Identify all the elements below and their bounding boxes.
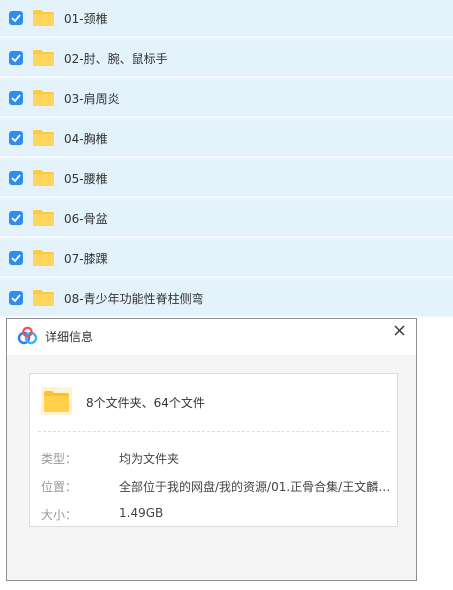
file-row[interactable]: 06-骨盆 xyxy=(0,200,453,238)
dialog-title: 详细信息 xyxy=(45,330,94,344)
size-value: 1.49GB xyxy=(119,506,164,520)
divider xyxy=(38,431,389,432)
folder-icon xyxy=(41,387,72,415)
folder-icon xyxy=(33,130,54,146)
type-label: 类型： xyxy=(41,452,78,466)
folder-icon xyxy=(33,170,54,186)
location-label: 位置： xyxy=(41,480,78,494)
checkbox-checked-icon[interactable] xyxy=(9,91,23,105)
type-value: 均为文件夹 xyxy=(119,452,180,466)
file-name[interactable]: 01-颈椎 xyxy=(64,10,108,27)
selection-summary: 8个文件夹、64个文件 xyxy=(86,396,205,410)
size-label: 大小： xyxy=(41,508,78,522)
checkbox-checked-icon[interactable] xyxy=(9,171,23,185)
checkbox-checked-icon[interactable] xyxy=(9,211,23,225)
info-card: 8个文件夹、64个文件 类型： 均为文件夹 位置： 全部位于我的网盘/我的资源/… xyxy=(29,373,398,527)
folder-icon xyxy=(33,10,54,26)
baidu-netdisk-logo-icon xyxy=(17,326,38,346)
checkbox-checked-icon[interactable] xyxy=(9,291,23,305)
file-name[interactable]: 04-胸椎 xyxy=(64,130,108,147)
close-button[interactable] xyxy=(390,321,408,339)
file-row[interactable]: 08-青少年功能性脊柱侧弯 xyxy=(0,280,453,318)
file-name[interactable]: 08-青少年功能性脊柱侧弯 xyxy=(64,290,204,307)
folder-icon xyxy=(33,90,54,106)
file-row[interactable]: 07-膝踝 xyxy=(0,240,453,278)
close-icon[interactable] xyxy=(394,325,405,336)
file-row[interactable]: 05-腰椎 xyxy=(0,160,453,198)
file-row[interactable]: 02-肘、腕、鼠标手 xyxy=(0,40,453,78)
folder-icon xyxy=(33,290,54,306)
checkbox-checked-icon[interactable] xyxy=(9,51,23,65)
details-dialog: 详细信息 8个文件夹、64个文件 类型： 均为文件夹 位置： 全部位于我的网盘/… xyxy=(6,318,417,581)
file-name[interactable]: 03-肩周炎 xyxy=(64,90,120,107)
file-name[interactable]: 07-膝踝 xyxy=(64,250,108,267)
file-name[interactable]: 02-肘、腕、鼠标手 xyxy=(64,50,168,67)
checkbox-checked-icon[interactable] xyxy=(9,11,23,25)
folder-icon xyxy=(33,50,54,66)
folder-icon xyxy=(33,250,54,266)
dialog-header: 详细信息 xyxy=(7,319,416,355)
file-name[interactable]: 05-腰椎 xyxy=(64,170,108,187)
file-name[interactable]: 06-骨盆 xyxy=(64,210,108,227)
file-row[interactable]: 03-肩周炎 xyxy=(0,80,453,118)
folder-icon xyxy=(33,210,54,226)
checkbox-checked-icon[interactable] xyxy=(9,131,23,145)
location-value[interactable]: 全部位于我的网盘/我的资源/01.正骨合集/王文麟… xyxy=(119,478,390,495)
file-row[interactable]: 04-胸椎 xyxy=(0,120,453,158)
file-list: 01-颈椎 02-肘、腕、鼠标手 03-肩周炎 04-胸椎 05-腰椎 06-骨… xyxy=(0,0,453,318)
dialog-body: 8个文件夹、64个文件 类型： 均为文件夹 位置： 全部位于我的网盘/我的资源/… xyxy=(7,355,416,580)
file-row[interactable]: 01-颈椎 xyxy=(0,0,453,38)
checkbox-checked-icon[interactable] xyxy=(9,251,23,265)
